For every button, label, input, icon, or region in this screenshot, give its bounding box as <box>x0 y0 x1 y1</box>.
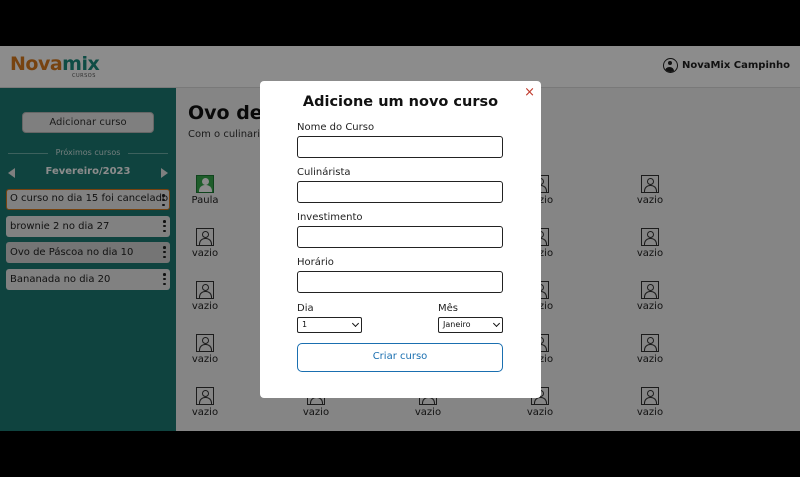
day-select-value: 1 <box>302 320 308 329</box>
chef-input[interactable] <box>297 181 503 203</box>
time-input[interactable] <box>297 271 503 293</box>
time-label: Horário <box>297 257 334 268</box>
course-name-input[interactable] <box>297 136 503 158</box>
day-select[interactable]: 1 <box>297 317 362 333</box>
month-label: Mês <box>438 303 458 314</box>
chef-label: Culinárista <box>297 167 351 178</box>
investment-label: Investimento <box>297 212 363 223</box>
close-icon[interactable]: × <box>524 86 535 99</box>
chevron-down-icon <box>492 319 501 328</box>
month-select[interactable]: Janeiro <box>438 317 503 333</box>
modal-title: Adicione um novo curso <box>302 94 499 110</box>
month-select-value: Janeiro <box>443 320 471 329</box>
chevron-down-icon <box>351 319 360 328</box>
day-label: Dia <box>297 303 314 314</box>
course-name-label: Nome do Curso <box>297 122 375 133</box>
create-course-button[interactable]: Criar curso <box>297 343 503 372</box>
add-course-modal: Adicione um novo curso × Nome do Curso C… <box>260 81 541 398</box>
investment-input[interactable] <box>297 226 503 248</box>
